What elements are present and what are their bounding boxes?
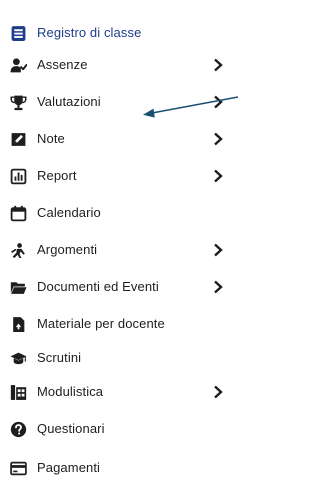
forms-icon <box>10 384 27 401</box>
menu-item-label: Scrutini <box>37 350 82 365</box>
menu-item-calendario[interactable]: Calendario <box>0 195 241 231</box>
question-icon <box>10 421 27 438</box>
menu-item-label: Calendario <box>37 205 101 220</box>
menu-item-valutazioni[interactable]: Valutazioni <box>0 84 241 120</box>
menu-item-label: Questionari <box>37 421 105 436</box>
menu-item-label: Report <box>37 168 77 183</box>
menu-item-pagamenti[interactable]: Pagamenti <box>0 450 241 486</box>
menu-item-label: Pagamenti <box>37 460 101 475</box>
chevron-right-icon[interactable] <box>213 132 223 146</box>
menu-item-label: Note <box>37 131 65 146</box>
chart-icon <box>10 168 27 185</box>
file-upload-icon <box>10 316 27 333</box>
user-check-icon <box>10 57 27 74</box>
menu-item-questionari[interactable]: Questionari <box>0 411 241 447</box>
chevron-right-icon[interactable] <box>213 169 223 183</box>
chevron-right-icon[interactable] <box>213 58 223 72</box>
calendar-icon <box>10 205 27 222</box>
credit-card-icon <box>10 460 27 477</box>
chevron-right-icon[interactable] <box>213 243 223 257</box>
folder-icon <box>10 279 27 296</box>
menu-item-argomenti[interactable]: Argomenti <box>0 232 241 268</box>
menu-item-scrutini[interactable]: Scrutini <box>0 340 241 376</box>
chevron-right-icon[interactable] <box>213 95 223 109</box>
menu-item-documenti-ed-eventi[interactable]: Documenti ed Eventi <box>0 269 241 305</box>
menu-item-label: Modulistica <box>37 384 104 399</box>
book-icon <box>10 25 27 42</box>
people-icon <box>10 242 27 259</box>
note-icon <box>10 131 27 148</box>
menu-item-label: Documenti ed Eventi <box>37 279 159 294</box>
menu-item-label: Registro di classe <box>37 25 142 40</box>
trophy-icon <box>10 94 27 111</box>
chevron-right-icon[interactable] <box>213 385 223 399</box>
menu-item-label: Materiale per docente <box>37 316 165 331</box>
menu-item-label: Assenze <box>37 57 88 72</box>
menu-item-registro-di-classe[interactable]: Registro di classe <box>0 15 241 51</box>
menu-item-label: Valutazioni <box>37 94 101 109</box>
menu-item-assenze[interactable]: Assenze <box>0 47 241 83</box>
chevron-right-icon[interactable] <box>213 280 223 294</box>
menu-item-label: Argomenti <box>37 242 98 257</box>
graduation-cap-icon <box>10 350 27 367</box>
menu-item-note[interactable]: Note <box>0 121 241 157</box>
menu-item-modulistica[interactable]: Modulistica <box>0 374 241 410</box>
menu-item-report[interactable]: Report <box>0 158 241 194</box>
menu-item-materiale-per-docente[interactable]: Materiale per docente <box>0 306 241 342</box>
